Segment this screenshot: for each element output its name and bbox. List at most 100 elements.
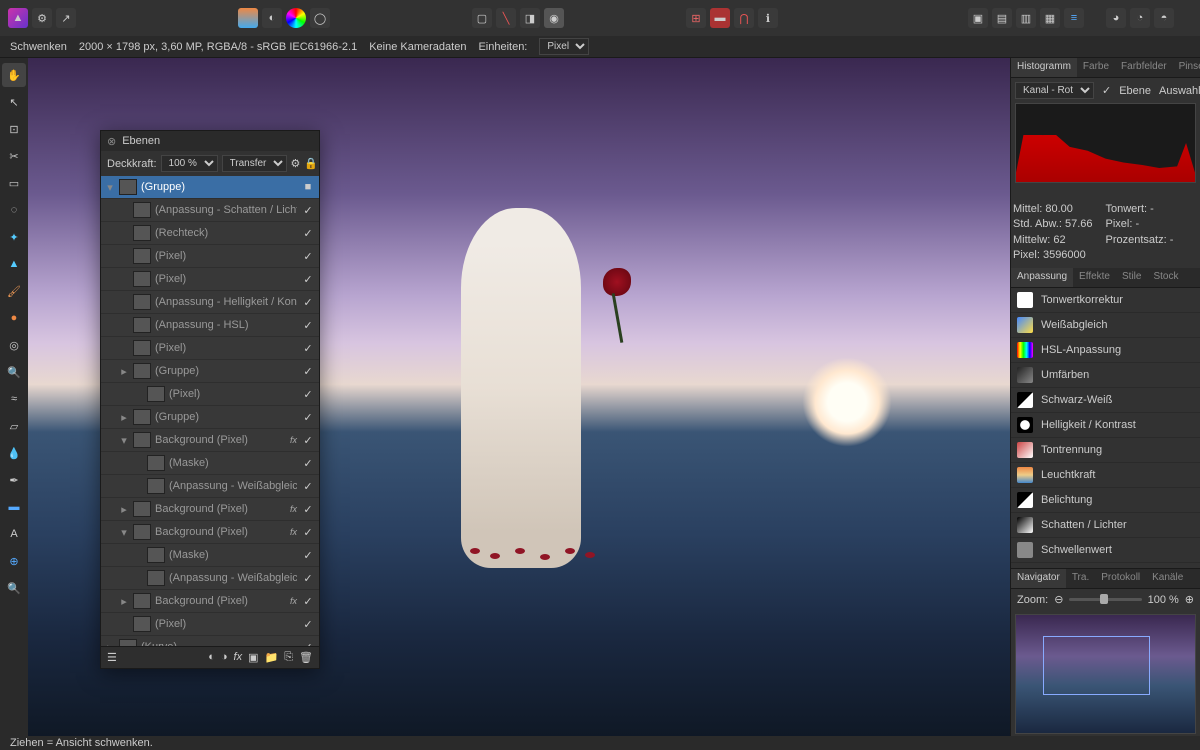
zoom-in-icon[interactable]: ⊕ — [1185, 593, 1194, 606]
layer-row[interactable]: (Pixel)✓ — [101, 383, 319, 406]
eraser-tool-icon[interactable]: ▱ — [2, 414, 26, 438]
drop-tool-icon[interactable]: 💧 — [2, 441, 26, 465]
layer-row[interactable]: (Pixel)✓ — [101, 337, 319, 360]
magnet-icon[interactable]: ⋂ — [734, 8, 754, 28]
shape-tool-icon[interactable]: ▬ — [2, 495, 26, 519]
blend-select[interactable]: Transfer — [222, 155, 287, 172]
crop-tool-icon[interactable]: ⊡ — [2, 117, 26, 141]
zoom-out-icon[interactable]: ⊖ — [1054, 593, 1063, 606]
smudge-tool-icon[interactable]: ≈ — [2, 387, 26, 411]
layer-row[interactable]: (Anpassung - Weißabgleich)✓ — [101, 475, 319, 498]
layer-group-icon[interactable]: ☰ — [107, 651, 117, 664]
layers-icon[interactable] — [238, 8, 258, 28]
layer-row[interactable]: (Maske)✓ — [101, 452, 319, 475]
adjustment-item[interactable]: Weißabgleich — [1011, 313, 1200, 338]
layer-row[interactable]: (Anpassung - HSL)✓ — [101, 314, 319, 337]
adjustment-item[interactable]: Tontrennung — [1011, 438, 1200, 463]
clone-tool-icon[interactable]: ● — [2, 306, 26, 330]
adjustment-item[interactable]: HSL-Anpassung — [1011, 338, 1200, 363]
help3-icon[interactable]: ◓ — [1154, 8, 1174, 28]
brush-tool-icon[interactable]: 🖌 — [2, 279, 26, 303]
duplicate-icon[interactable]: ⎘ — [284, 651, 293, 664]
adjustment-item[interactable]: Umfärben — [1011, 363, 1200, 388]
arrange1-icon[interactable]: ▣ — [968, 8, 988, 28]
layer-row[interactable]: ▾(Gruppe)■ — [101, 176, 319, 199]
folder-icon[interactable]: 📁 — [265, 651, 279, 664]
opacity-select[interactable]: 100 % — [161, 155, 218, 172]
mask-icon[interactable]: ◯ — [310, 8, 330, 28]
heal-tool-icon[interactable]: ◎ — [2, 333, 26, 357]
layer-row[interactable]: ▸Background (Pixel)fx✓ — [101, 590, 319, 613]
guides-icon[interactable]: ▬ — [710, 8, 730, 28]
arrange2-icon[interactable]: ▤ — [992, 8, 1012, 28]
share-icon[interactable]: ↗ — [56, 8, 76, 28]
zoom-slider[interactable] — [1069, 598, 1141, 601]
persona-icon[interactable]: ⚙ — [32, 8, 52, 28]
layer-row[interactable]: (Pixel)✓ — [101, 613, 319, 636]
grid-icon[interactable]: ⊞ — [686, 8, 706, 28]
flood-tool-icon[interactable]: ▲ — [2, 252, 26, 276]
contrast-icon[interactable]: ◐ — [262, 8, 282, 28]
gear-icon[interactable]: ⚙ — [291, 157, 301, 170]
navigator-preview[interactable] — [1015, 614, 1196, 734]
mask-add-icon[interactable]: ◐ — [208, 651, 215, 664]
crop-layer-icon[interactable]: ▣ — [248, 651, 258, 664]
invert-icon[interactable]: ◨ — [520, 8, 540, 28]
layer-row[interactable]: (Rechteck)✓ — [101, 222, 319, 245]
fx-add-icon[interactable]: fx — [234, 651, 243, 664]
tab-histogram[interactable]: Histogramm — [1011, 58, 1077, 77]
tab-swatches[interactable]: Farbfelder — [1115, 58, 1173, 77]
color-icon[interactable] — [286, 8, 306, 28]
layer-row[interactable]: (Anpassung - Helligkeit / Kontrast)✓ — [101, 291, 319, 314]
move-tool-icon[interactable]: ↖ — [2, 90, 26, 114]
layer-row[interactable]: (Anpassung - Schatten / Lichter)✓ — [101, 199, 319, 222]
layer-row[interactable]: ▸(Gruppe)✓ — [101, 360, 319, 383]
adj-add-icon[interactable]: ◑ — [221, 651, 228, 664]
arrange3-icon[interactable]: ▥ — [1016, 8, 1036, 28]
tab-color[interactable]: Farbe — [1077, 58, 1115, 77]
tab-effects[interactable]: Effekte — [1073, 268, 1116, 287]
app-icon[interactable]: ▲ — [8, 8, 28, 28]
selection-label[interactable]: Auswahl — [1159, 85, 1200, 97]
level-checkbox[interactable]: Ebene — [1119, 85, 1151, 97]
adjustment-item[interactable]: Leuchtkraft — [1011, 463, 1200, 488]
layer-row[interactable]: (Pixel)✓ — [101, 268, 319, 291]
dodge-tool-icon[interactable]: 🔍 — [2, 360, 26, 384]
tab-transform[interactable]: Tra. — [1066, 569, 1095, 588]
trash-icon[interactable]: 🗑 — [299, 651, 313, 664]
tab-channels[interactable]: Kanäle — [1146, 569, 1189, 588]
adjustment-item[interactable]: Schwarz-Weiß — [1011, 388, 1200, 413]
tab-brushes[interactable]: Pinsel — [1173, 58, 1200, 77]
hand-tool-icon[interactable]: ✋ — [2, 63, 26, 87]
marquee-icon[interactable]: ▢ — [472, 8, 492, 28]
zoom-tool-icon[interactable]: 🔍 — [2, 576, 26, 600]
pen-tool-icon[interactable]: ✒ — [2, 468, 26, 492]
magic-tool-icon[interactable]: ✦ — [2, 225, 26, 249]
layer-row[interactable]: ▸(Kurve)✓ — [101, 636, 319, 646]
channel-select[interactable]: Kanal - Rot — [1015, 82, 1094, 99]
layers-panel[interactable]: ⊗ Ebenen Deckkraft: 100 % Transfer ⚙ 🔒 ▾… — [100, 130, 320, 669]
layer-row[interactable]: (Maske)✓ — [101, 544, 319, 567]
lasso-tool-icon[interactable]: ◌ — [2, 198, 26, 222]
lock-icon[interactable]: 🔒 — [304, 157, 318, 170]
tab-styles[interactable]: Stile — [1116, 268, 1147, 287]
layer-row[interactable]: (Pixel)✓ — [101, 245, 319, 268]
align-icon[interactable]: ≡ — [1064, 8, 1084, 28]
tab-navigator[interactable]: Navigator — [1011, 569, 1066, 588]
layer-row[interactable]: ▾Background (Pixel)fx✓ — [101, 429, 319, 452]
adjustment-item[interactable]: Schatten / Lichter — [1011, 513, 1200, 538]
adjustment-item[interactable]: Tonwertkorrektur — [1011, 288, 1200, 313]
tab-stock[interactable]: Stock — [1147, 268, 1184, 287]
layer-row[interactable]: (Anpassung - Weißabgleich)✓ — [101, 567, 319, 590]
help1-icon[interactable]: ◕ — [1106, 8, 1126, 28]
deselect-icon[interactable]: ╲ — [496, 8, 516, 28]
info-icon[interactable]: ℹ — [758, 8, 778, 28]
layer-row[interactable]: ▾Background (Pixel)fx✓ — [101, 521, 319, 544]
units-select[interactable]: Pixel — [539, 38, 589, 55]
layer-row[interactable]: ▸Background (Pixel)fx✓ — [101, 498, 319, 521]
mesh-tool-icon[interactable]: ⊕ — [2, 549, 26, 573]
adjustment-item[interactable]: Helligkeit / Kontrast — [1011, 413, 1200, 438]
marquee-tool-icon[interactable]: ▭ — [2, 171, 26, 195]
center-icon[interactable]: ◉ — [544, 8, 564, 28]
arrange4-icon[interactable]: ▦ — [1040, 8, 1060, 28]
